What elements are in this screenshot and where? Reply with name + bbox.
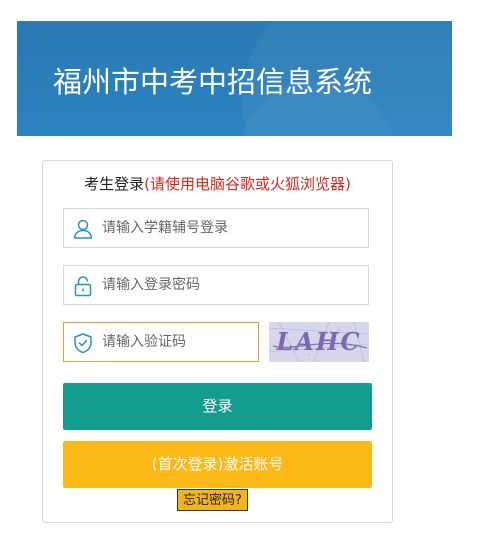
- login-card: 考生登录(请使用电脑谷歌或火狐浏览器) 请输入学籍辅号登录 请输入验证码 LAH…: [42, 160, 393, 523]
- username-field[interactable]: [63, 208, 369, 248]
- password-field[interactable]: [63, 265, 369, 305]
- browser-warning: (请使用电脑谷歌或火狐浏览器): [144, 175, 351, 193]
- user-icon: [73, 219, 93, 239]
- shield-icon: [74, 333, 92, 354]
- system-title: 福州市中考中招信息系统: [53, 65, 373, 99]
- username-input[interactable]: [102, 209, 362, 247]
- lock-icon: [74, 276, 92, 297]
- forgot-password-link[interactable]: 忘记密码?: [177, 489, 248, 511]
- password-input[interactable]: [102, 266, 362, 304]
- login-heading: 考生登录(请使用电脑谷歌或火狐浏览器): [43, 173, 392, 194]
- captcha-text: LAHC: [275, 327, 361, 356]
- captcha-graphic: LAHC: [269, 322, 369, 362]
- login-button[interactable]: 登录: [63, 383, 372, 430]
- header-banner: 福州市中考中招信息系统: [17, 21, 452, 136]
- captcha-field[interactable]: [63, 322, 259, 362]
- captcha-image[interactable]: LAHC: [269, 322, 369, 362]
- login-heading-label: 考生登录: [84, 175, 145, 193]
- activate-account-button[interactable]: (首次登录)激活账号: [63, 441, 372, 488]
- captcha-input[interactable]: [102, 323, 252, 361]
